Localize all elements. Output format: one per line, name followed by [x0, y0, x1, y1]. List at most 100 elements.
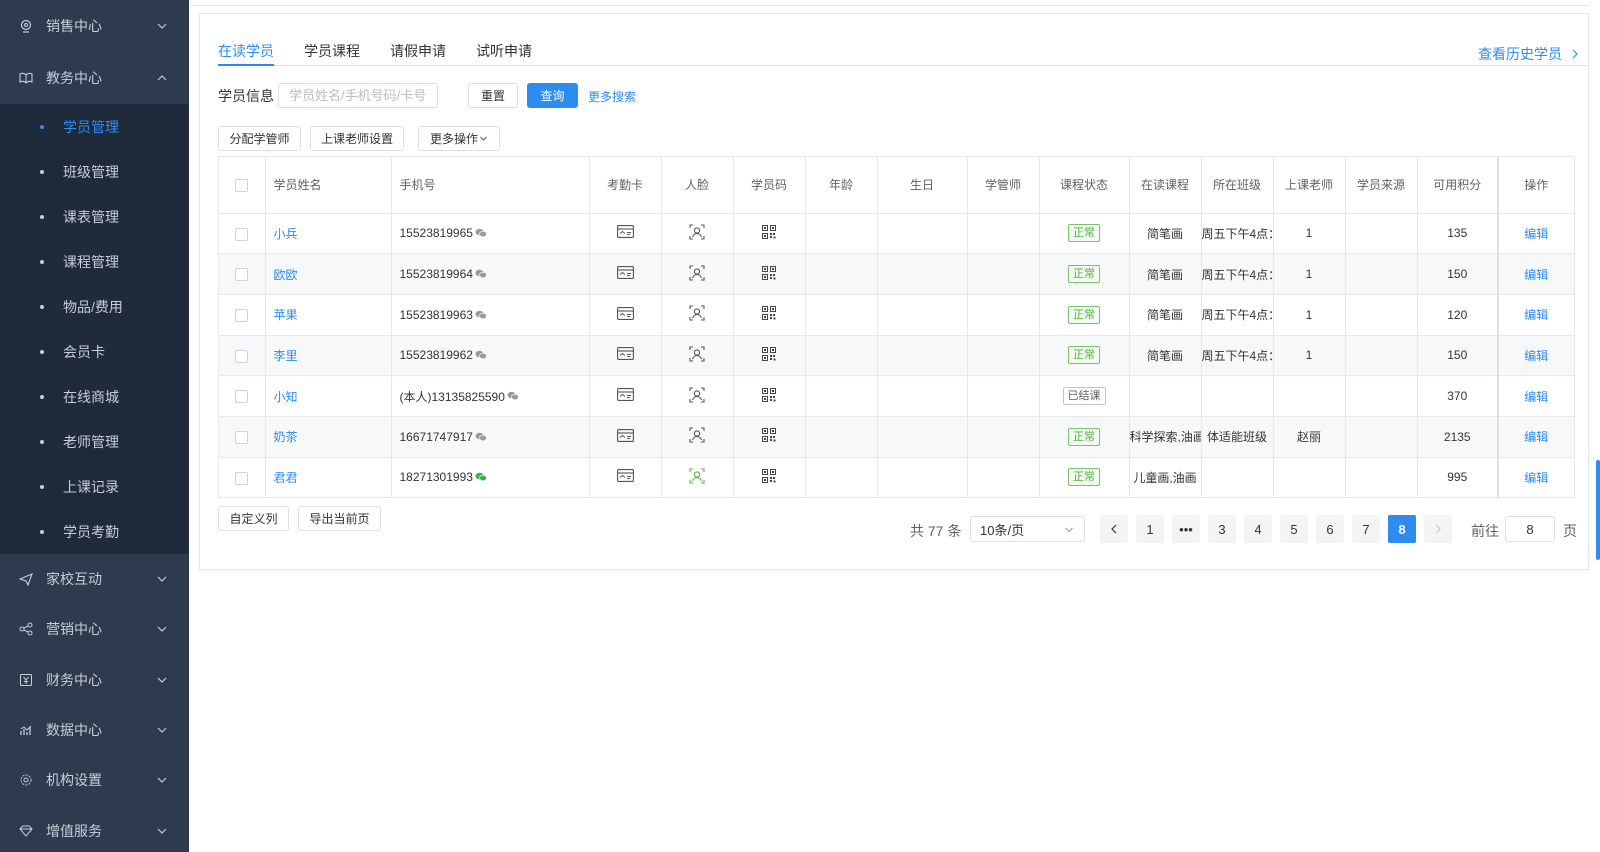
row-select-cell[interactable] — [219, 416, 266, 458]
page-button[interactable]: 1 — [1136, 515, 1164, 543]
sidebar-item-attendance[interactable]: 学员考勤 — [0, 509, 189, 554]
row-select-cell[interactable] — [219, 375, 266, 417]
id-card-icon[interactable] — [616, 347, 634, 361]
page-button[interactable]: 4 — [1244, 515, 1272, 543]
prev-page-button[interactable] — [1100, 515, 1128, 543]
page-button[interactable]: 5 — [1280, 515, 1308, 543]
page-button[interactable]: 3 — [1208, 515, 1236, 543]
student-name-link[interactable]: 小知 — [274, 390, 298, 404]
goto-page-input[interactable] — [1505, 516, 1555, 542]
row-select-cell[interactable] — [219, 335, 266, 377]
sidebar-item-class-manage[interactable]: 班级管理 — [0, 149, 189, 194]
tab-leave-requests[interactable]: 请假申请 — [390, 41, 446, 66]
qr-code-icon[interactable] — [762, 346, 776, 361]
face-scan-icon[interactable] — [689, 387, 705, 403]
page-ellipsis-button[interactable]: ••• — [1172, 515, 1200, 543]
menu-sales-center[interactable]: 销售中心 — [0, 0, 189, 52]
page-size-select[interactable]: 10条/页 — [970, 516, 1085, 542]
student-name-link[interactable]: 苹果 — [274, 308, 298, 322]
row-select-cell[interactable] — [219, 294, 266, 336]
row-checkbox[interactable] — [235, 227, 249, 241]
menu-home-school[interactable]: 家校互动 — [0, 554, 189, 604]
row-checkbox[interactable] — [235, 349, 249, 363]
more-search-link[interactable]: 更多搜索 — [588, 88, 636, 105]
qr-code-icon[interactable] — [762, 306, 776, 321]
edit-link[interactable]: 编辑 — [1524, 268, 1548, 282]
sidebar-item-course-manage[interactable]: 课程管理 — [0, 239, 189, 284]
cell-qrcode — [733, 294, 806, 336]
menu-data[interactable]: 数据中心 — [0, 705, 189, 755]
edit-link[interactable]: 编辑 — [1524, 471, 1548, 485]
row-checkbox[interactable] — [235, 430, 249, 444]
student-name-link[interactable]: 奶茶 — [274, 430, 298, 444]
sidebar-item-online-mall[interactable]: 在线商城 — [0, 374, 189, 419]
cell-points: 135 — [1417, 213, 1499, 255]
menu-marketing[interactable]: 营销中心 — [0, 604, 189, 654]
select-all-checkbox[interactable] — [235, 178, 249, 192]
sidebar-item-class-records[interactable]: 上课记录 — [0, 464, 189, 509]
edit-link[interactable]: 编辑 — [1524, 308, 1548, 322]
row-select-cell[interactable] — [219, 457, 266, 499]
row-select-cell[interactable] — [219, 253, 266, 295]
history-students-link[interactable]: 查看历史学员 — [1478, 44, 1580, 64]
export-page-button[interactable]: 导出当前页 — [298, 506, 381, 531]
face-scan-icon[interactable] — [689, 468, 705, 484]
edit-link[interactable]: 编辑 — [1524, 430, 1548, 444]
id-card-icon[interactable] — [616, 306, 634, 320]
row-checkbox[interactable] — [235, 308, 249, 322]
page-button[interactable]: 7 — [1352, 515, 1380, 543]
face-scan-icon[interactable] — [689, 224, 705, 240]
row-select-cell[interactable] — [219, 213, 266, 255]
reset-button[interactable]: 重置 — [468, 83, 518, 108]
menu-edu-center[interactable]: 教务中心 — [0, 52, 189, 104]
id-card-icon[interactable] — [616, 225, 634, 239]
edit-link[interactable]: 编辑 — [1524, 349, 1548, 363]
qr-code-icon[interactable] — [762, 265, 776, 280]
row-checkbox[interactable] — [235, 390, 249, 404]
menu-value-added[interactable]: 增值服务 — [0, 805, 189, 852]
query-button[interactable]: 查询 — [527, 83, 578, 108]
tab-enrolled-students[interactable]: 在读学员 — [218, 41, 274, 66]
sidebar-item-member-card[interactable]: 会员卡 — [0, 329, 189, 374]
search-input[interactable] — [278, 83, 438, 108]
menu-org-settings[interactable]: 机构设置 — [0, 755, 189, 805]
sidebar-item-teacher-manage[interactable]: 老师管理 — [0, 419, 189, 464]
student-name-link[interactable]: 小兵 — [274, 227, 298, 241]
select-all-cell[interactable] — [219, 157, 266, 214]
edit-link[interactable]: 编辑 — [1524, 227, 1548, 241]
sidebar-item-schedule-manage[interactable]: 课表管理 — [0, 194, 189, 239]
teacher-settings-button[interactable]: 上课老师设置 — [310, 126, 404, 151]
right-scroll-handle[interactable] — [1596, 460, 1600, 560]
menu-finance[interactable]: 财务中心 — [0, 655, 189, 705]
more-actions-button[interactable]: 更多操作 — [418, 126, 500, 151]
face-scan-icon[interactable] — [689, 427, 705, 443]
qr-code-icon[interactable] — [762, 468, 776, 483]
tab-student-courses[interactable]: 学员课程 — [304, 41, 360, 66]
wechat-icon — [505, 391, 519, 401]
edit-link[interactable]: 编辑 — [1524, 390, 1548, 404]
qr-code-icon[interactable] — [762, 224, 776, 239]
custom-columns-button[interactable]: 自定义列 — [218, 506, 289, 531]
student-name-link[interactable]: 君君 — [274, 471, 298, 485]
qr-code-icon[interactable] — [762, 387, 776, 402]
id-card-icon[interactable] — [616, 388, 634, 402]
next-page-button[interactable] — [1424, 515, 1452, 543]
id-card-icon[interactable] — [616, 469, 634, 483]
page-button[interactable]: 6 — [1316, 515, 1344, 543]
assign-manager-button[interactable]: 分配学管师 — [218, 126, 301, 151]
tab-trial-requests[interactable]: 试听申请 — [476, 41, 532, 66]
face-scan-icon[interactable] — [689, 346, 705, 362]
face-scan-icon[interactable] — [689, 305, 705, 321]
sidebar-item-student-manage[interactable]: 学员管理 — [0, 104, 189, 149]
cell-face — [661, 253, 734, 295]
page-button[interactable]: 8 — [1388, 515, 1416, 543]
row-checkbox[interactable] — [235, 471, 249, 485]
id-card-icon[interactable] — [616, 266, 634, 279]
student-name-link[interactable]: 李里 — [274, 349, 298, 363]
sidebar-item-goods-fee[interactable]: 物品/费用 — [0, 284, 189, 329]
id-card-icon[interactable] — [616, 428, 634, 442]
face-scan-icon[interactable] — [689, 264, 705, 281]
student-name-link[interactable]: 欧欧 — [274, 268, 298, 282]
row-checkbox[interactable] — [235, 268, 249, 282]
qr-code-icon[interactable] — [762, 428, 776, 443]
